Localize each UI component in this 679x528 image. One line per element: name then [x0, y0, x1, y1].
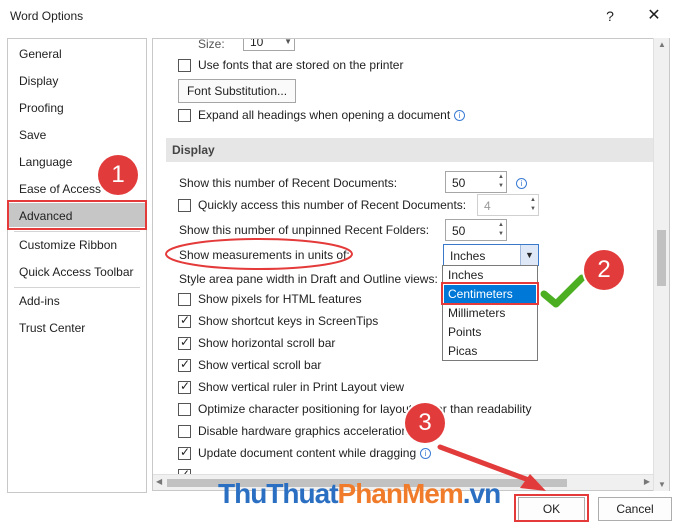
recent-folders-label: Show this number of unpinned Recent Fold… [179, 223, 430, 237]
step-3-badge: 3 [405, 403, 445, 443]
spin-up-icon: ▲ [530, 197, 536, 203]
sidebar-item-proofing[interactable]: Proofing [19, 101, 64, 115]
recent-docs-value: 50 [452, 176, 466, 190]
scroll-right-icon[interactable]: ▶ [644, 477, 650, 486]
cancel-button[interactable]: Cancel [598, 497, 672, 521]
recent-folders-value: 50 [452, 224, 466, 238]
sidebar-item-display[interactable]: Display [19, 74, 58, 88]
scrollbar-thumb[interactable] [657, 230, 666, 286]
sidebar-divider [14, 287, 140, 288]
spin-down-icon: ▼ [498, 183, 504, 189]
shortcut-keys-checkbox[interactable] [178, 313, 191, 328]
sidebar-item-language[interactable]: Language [19, 155, 72, 169]
use-printer-fonts-checkbox[interactable] [178, 59, 191, 72]
use-printer-fonts-label: Use fonts that are stored on the printer [198, 58, 404, 72]
recent-docs-label: Show this number of Recent Documents: [179, 176, 398, 190]
info-icon: i [516, 178, 527, 189]
measurements-select[interactable]: Inches ▼ [443, 244, 539, 266]
help-button[interactable]: ? [598, 4, 622, 28]
vertical-scrollbar[interactable]: ▲ ▼ [653, 38, 669, 491]
sidebar-divider [14, 231, 140, 232]
sidebar-item-ease-of-access[interactable]: Ease of Access [19, 182, 101, 196]
update-dragging-checkbox[interactable] [178, 445, 191, 460]
sidebar-item-quick-access-toolbar[interactable]: Quick Access Toolbar [19, 265, 134, 279]
hardware-acceleration-checkbox[interactable] [178, 425, 191, 438]
recent-docs-spinner[interactable]: 50 ▲ ▼ [445, 171, 507, 193]
style-area-label: Style area pane width in Draft and Outli… [179, 272, 438, 286]
spin-down-icon: ▼ [498, 231, 504, 237]
hardware-acceleration-label: Disable hardware graphics acceleration [198, 424, 409, 438]
spin-down-icon: ▼ [530, 206, 536, 212]
expand-headings-label: Expand all headings when opening a docum… [198, 108, 466, 122]
vertical-scroll-checkbox[interactable] [178, 357, 191, 372]
vertical-ruler-checkbox[interactable] [178, 379, 191, 394]
spin-up-icon: ▲ [498, 174, 504, 180]
recent-folders-spinner[interactable]: 50 ▲ ▼ [445, 219, 507, 241]
sidebar-item-general[interactable]: General [19, 47, 62, 61]
info-icon: i [420, 448, 432, 459]
options-sidebar: General Display Proofing Save Language E… [7, 38, 147, 493]
watermark-part2: PhanMem [337, 478, 464, 509]
quick-access-label: Quickly access this number of Recent Doc… [198, 198, 467, 212]
optimize-positioning-label: Optimize character positioning for layou… [198, 402, 532, 416]
option-millimeters[interactable]: Millimeters [444, 304, 536, 323]
scroll-left-icon[interactable]: ◀ [156, 477, 162, 486]
sidebar-item-save[interactable]: Save [19, 128, 46, 142]
display-section-header: Display [166, 138, 653, 162]
display-section-title: Display [172, 143, 215, 157]
sidebar-item-add-ins[interactable]: Add-ins [19, 294, 60, 308]
expand-headings-checkbox[interactable] [178, 109, 191, 122]
show-pixels-label: Show pixels for HTML features [198, 292, 362, 306]
horizontal-scroll-checkbox[interactable] [178, 335, 191, 350]
quick-access-spinner[interactable]: 4 ▲ ▼ [477, 194, 539, 216]
size-dropdown[interactable]: 10 ▼ [243, 38, 295, 51]
watermark-part1: ThuThuat [218, 478, 339, 509]
sidebar-item-customize-ribbon[interactable]: Customize Ribbon [19, 238, 117, 252]
watermark-logo: ThuThuatPhanMem.vn [218, 478, 501, 510]
show-pixels-checkbox[interactable] [178, 293, 191, 306]
horizontal-scroll-label: Show horizontal scroll bar [198, 336, 336, 350]
quick-access-checkbox[interactable] [178, 199, 191, 212]
ok-highlight-box [514, 494, 589, 522]
sidebar-item-trust-center[interactable]: Trust Center [19, 321, 85, 335]
scroll-down-icon[interactable]: ▼ [654, 480, 670, 489]
option-points[interactable]: Points [444, 323, 536, 342]
font-substitution-button[interactable]: Font Substitution... [178, 79, 296, 103]
chevron-down-icon: ▼ [284, 38, 292, 46]
vertical-ruler-label: Show vertical ruler in Print Layout view [198, 380, 405, 394]
size-label: Size: [198, 38, 225, 51]
step-2-badge: 2 [584, 250, 624, 290]
spin-up-icon: ▲ [498, 222, 504, 228]
watermark-part3: .vn [462, 478, 501, 509]
size-value: 10 [250, 38, 264, 49]
measurements-label: Show measurements in units of: [179, 248, 350, 262]
title-bar: Word Options ? ✕ [0, 0, 679, 34]
scroll-up-icon[interactable]: ▲ [654, 40, 670, 49]
measurements-selected-value: Inches [450, 249, 486, 263]
quick-access-value: 4 [484, 199, 491, 213]
centimeters-highlight-box [441, 282, 539, 305]
measurements-dropdown-list: Inches Centimeters Millimeters Points Pi… [442, 265, 538, 361]
step-1-badge: 1 [98, 155, 138, 195]
option-picas[interactable]: Picas [444, 342, 536, 361]
update-dragging-label: Update document content while dragging i [198, 446, 432, 460]
close-button[interactable]: ✕ [640, 4, 668, 28]
vertical-scroll-label: Show vertical scroll bar [198, 358, 322, 372]
window-title: Word Options [10, 9, 84, 23]
info-icon: i [454, 110, 466, 121]
optimize-positioning-checkbox[interactable] [178, 403, 191, 416]
shortcut-keys-label: Show shortcut keys in ScreenTips [198, 314, 379, 328]
chevron-down-icon: ▼ [520, 245, 538, 265]
advanced-highlight-box [7, 200, 147, 230]
